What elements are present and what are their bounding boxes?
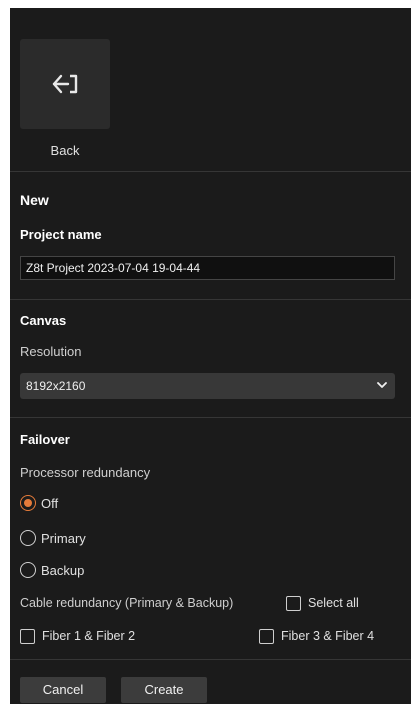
radio-backup-indicator bbox=[20, 562, 36, 578]
canvas-title: Canvas bbox=[20, 313, 67, 328]
failover-title: Failover bbox=[20, 432, 70, 447]
divider bbox=[10, 417, 411, 418]
cable-redundancy-label: Cable redundancy (Primary & Backup) bbox=[20, 596, 234, 610]
fiber-1-2-box bbox=[20, 628, 35, 644]
select-all-checkbox[interactable]: Select all bbox=[286, 594, 359, 612]
select-all-label: Select all bbox=[308, 596, 359, 610]
create-button[interactable]: Create bbox=[121, 677, 207, 703]
resolution-label: Resolution bbox=[20, 344, 82, 359]
radio-backup[interactable]: Backup bbox=[20, 560, 84, 580]
fiber-3-4-box bbox=[259, 628, 274, 644]
back-label: Back bbox=[50, 143, 80, 158]
resolution-select[interactable]: 8192x2160 bbox=[20, 373, 395, 399]
divider bbox=[10, 299, 411, 300]
divider bbox=[10, 659, 411, 660]
select-all-box bbox=[286, 595, 301, 611]
radio-off[interactable]: Off bbox=[20, 493, 58, 513]
section-title-new: New bbox=[20, 192, 49, 208]
radio-off-label: Off bbox=[41, 495, 59, 511]
divider bbox=[10, 171, 411, 172]
radio-primary-label: Primary bbox=[41, 530, 86, 546]
back-button[interactable] bbox=[20, 39, 110, 129]
new-project-panel: Back New Project name Z8t Project 2023-0… bbox=[10, 8, 411, 704]
fiber-1-2-checkbox[interactable]: Fiber 1 & Fiber 2 bbox=[20, 627, 135, 645]
project-name-input[interactable]: Z8t Project 2023-07-04 19-04-44 bbox=[20, 256, 395, 280]
radio-primary[interactable]: Primary bbox=[20, 528, 86, 548]
cancel-button[interactable]: Cancel bbox=[20, 677, 106, 703]
fiber-3-4-label: Fiber 3 & Fiber 4 bbox=[281, 629, 375, 643]
processor-redundancy-label: Processor redundancy bbox=[20, 465, 151, 480]
radio-primary-indicator bbox=[20, 530, 36, 546]
resolution-value: 8192x2160 bbox=[26, 379, 86, 393]
exit-arrow-icon bbox=[52, 74, 78, 94]
fiber-3-4-checkbox[interactable]: Fiber 3 & Fiber 4 bbox=[259, 627, 374, 645]
fiber-1-2-label: Fiber 1 & Fiber 2 bbox=[42, 629, 136, 643]
project-name-label: Project name bbox=[20, 227, 102, 242]
chevron-down-icon bbox=[377, 382, 387, 388]
radio-off-indicator bbox=[20, 495, 36, 511]
radio-backup-label: Backup bbox=[41, 562, 85, 578]
